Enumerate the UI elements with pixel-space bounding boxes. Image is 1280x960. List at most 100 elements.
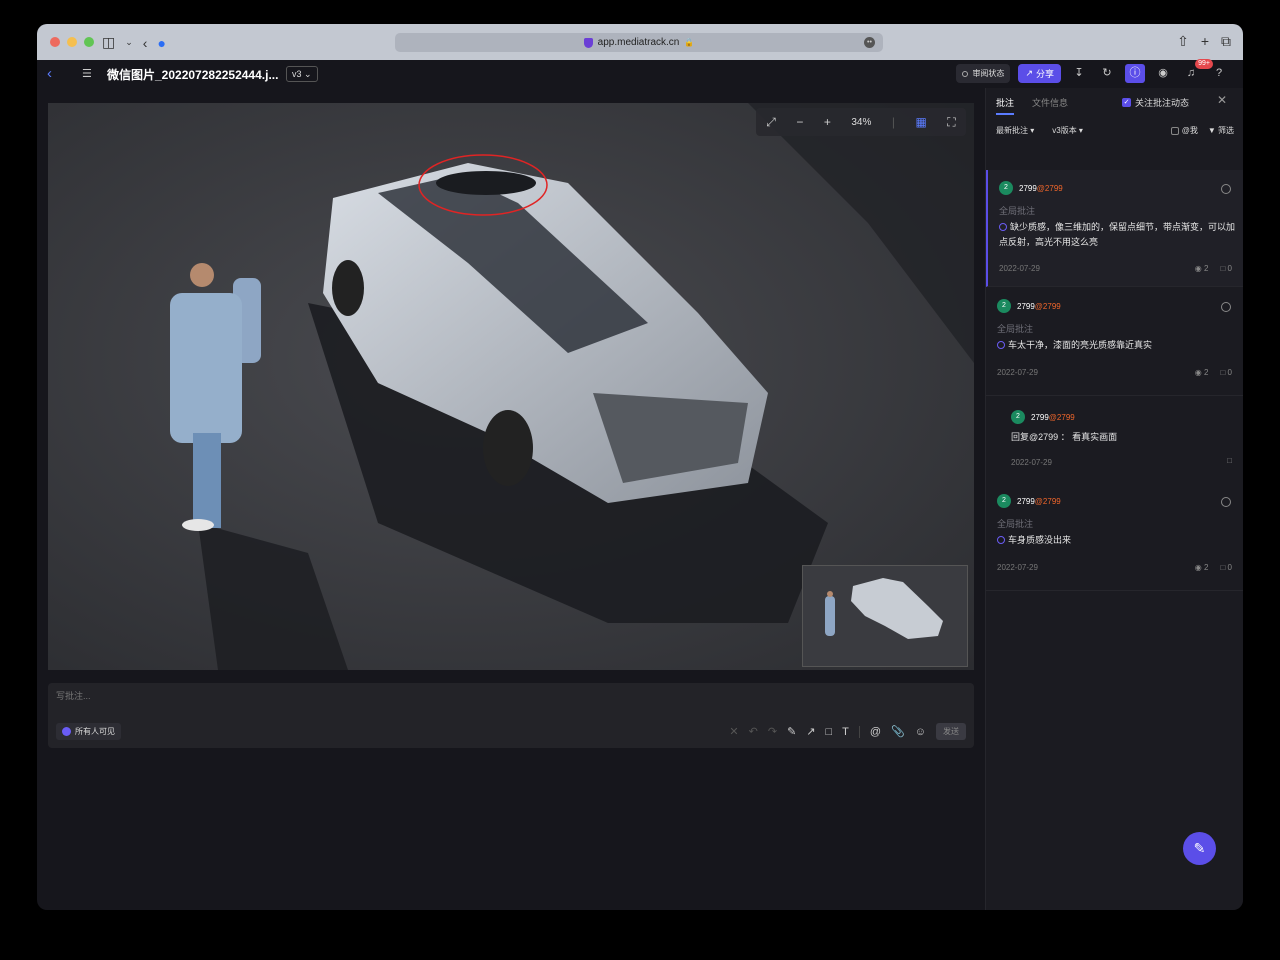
minimap-icon[interactable]: ▦	[915, 115, 926, 129]
notification-bell-icon[interactable]: ♫ 99+	[1181, 59, 1213, 83]
new-tab-icon[interactable]: +	[1201, 33, 1209, 50]
reply-text: 回复@2799 ： 看真实画面	[1011, 432, 1118, 442]
comment-filters: 最新批注 ▾ v3版本 ▾ @我 ▼ 筛选	[996, 125, 1234, 136]
share-icon: ↗	[1025, 68, 1033, 78]
rectangle-icon[interactable]: □	[826, 726, 833, 738]
annotation-tools: ✕ ↶ ↷ ✎ ↗ □ T @ 📎 ☺ 发送	[729, 723, 966, 740]
tab-comments[interactable]: 批注	[996, 96, 1015, 115]
comment-scope: 全局批注	[997, 324, 1034, 334]
sort-dropdown[interactable]: 最新批注 ▾	[996, 125, 1034, 136]
comment-card[interactable]: 2 2799@2799 全局批注 车太干净，漆面的亮光质感靠近真实 2022-0…	[986, 288, 1243, 396]
visibility-selector[interactable]: 所有人可见	[56, 723, 121, 740]
follow-toggle[interactable]: ✓ 关注批注动态	[1122, 96, 1189, 109]
follow-label: 关注批注动态	[1135, 98, 1190, 108]
share-icon[interactable]: ⇧	[1177, 33, 1189, 50]
browser-toolbar: ◫ ⌄ ‹ ● app.mediatrack.cn 🔒 •• ⇧ + ⧉	[37, 24, 1243, 60]
version-filter-dropdown[interactable]: v3版本 ▾	[1052, 125, 1083, 136]
reply-count[interactable]: □ 0	[1220, 264, 1232, 273]
comments-panel: 批注 文件信息 ✓ 关注批注动态 ✕ 最新批注 ▾ v3版本 ▾ @我 ▼ 筛选…	[985, 88, 1243, 910]
attachment-icon[interactable]: 📎	[891, 725, 905, 738]
undo-icon[interactable]: ↶	[749, 725, 758, 738]
marker-icon	[997, 341, 1005, 349]
status-circle-icon	[962, 70, 969, 77]
reply-card[interactable]: 2 2799@2799 回复@2799 ： 看真实画面 2022-07-29 □	[986, 396, 1243, 483]
comment-mention: @2799	[1036, 183, 1063, 193]
team-icon[interactable]: ◉	[1153, 64, 1173, 83]
emoji-icon[interactable]: ☺	[915, 726, 926, 738]
minimap[interactable]	[802, 565, 968, 667]
file-title: 微信图片_202207282252444.j...	[107, 68, 279, 82]
comment-author: 2799	[1017, 301, 1035, 311]
arrow-icon[interactable]: ↗	[806, 725, 815, 738]
close-panel-icon[interactable]: ✕	[1217, 93, 1227, 107]
fit-screen-icon[interactable]: ⤢	[766, 115, 776, 130]
text-tool-icon[interactable]: T	[842, 726, 849, 738]
comment-card[interactable]: 2 2799@2799 全局批注 缺少质感，像三维加的，保留点细节，带点渐变，可…	[986, 170, 1243, 287]
share-label: 分享	[1035, 69, 1054, 79]
version-filter-label: v3版本	[1052, 126, 1077, 135]
funnel-icon: ▼	[1207, 126, 1216, 135]
visibility-label: 所有人可见	[75, 727, 115, 736]
extension-icon[interactable]: ●	[157, 35, 165, 51]
comment-composer: 所有人可见 ✕ ↶ ↷ ✎ ↗ □ T @ 📎 ☺ 发送	[48, 683, 974, 748]
address-bar[interactable]: app.mediatrack.cn 🔒 ••	[395, 33, 883, 52]
comment-text: 车身质感没出来	[1008, 535, 1072, 545]
eye-icon: ◉	[1194, 368, 1202, 377]
review-status-label: 审阅状态	[972, 69, 1005, 78]
version-selector[interactable]: v3 ⌄	[286, 66, 318, 82]
fullscreen-icon[interactable]: ⛶	[947, 115, 955, 130]
minimize-window-button[interactable]	[67, 37, 77, 47]
resolve-circle-icon[interactable]	[1221, 302, 1231, 312]
review-status-button[interactable]: 审阅状态	[956, 64, 1011, 83]
comment-scope: 全局批注	[999, 206, 1036, 216]
filter-button[interactable]: ▼ 筛选	[1208, 125, 1234, 136]
back-button[interactable]: ‹	[47, 65, 52, 82]
pen-icon[interactable]: ✎	[787, 725, 796, 738]
reply-count[interactable]: □ 0	[1220, 368, 1232, 377]
chevron-down-icon[interactable]: ⌄	[125, 37, 133, 48]
comment-card[interactable]: 2 2799@2799 全局批注 车身质感没出来 2022-07-29 ◉ 2 …	[986, 483, 1243, 591]
comment-mention: @2799	[1048, 412, 1075, 422]
zoom-in-button[interactable]: +	[824, 115, 831, 129]
divider: |	[891, 115, 895, 129]
comment-mention: @2799	[1034, 496, 1061, 506]
tabs-overview-icon[interactable]: ⧉	[1221, 33, 1231, 50]
window-controls	[50, 37, 94, 47]
comment-author: 2799	[1031, 412, 1049, 422]
sidebar-toggle-icon[interactable]: ◫	[102, 34, 115, 51]
close-window-button[interactable]	[50, 37, 60, 47]
resolve-circle-icon[interactable]	[1221, 184, 1231, 194]
comment-input[interactable]	[56, 691, 456, 701]
reply-count[interactable]: □ 0	[1220, 563, 1232, 572]
more-icon[interactable]: ••	[864, 37, 875, 48]
send-button[interactable]: 发送	[936, 723, 966, 740]
comment-date: 2022-07-29	[997, 563, 1038, 572]
download-icon[interactable]: ↧	[1069, 64, 1089, 83]
mention-icon[interactable]: @	[870, 726, 881, 738]
globe-icon	[62, 727, 71, 736]
comment-date: 2022-07-29	[999, 264, 1040, 273]
version-label: v3	[292, 69, 302, 79]
clear-icon[interactable]: ✕	[729, 725, 738, 738]
zoom-out-button[interactable]: −	[796, 115, 803, 129]
at-me-filter[interactable]: @我	[1170, 125, 1198, 136]
comment-author: 2799	[1017, 496, 1035, 506]
compare-icon[interactable]: ↻	[1097, 64, 1117, 83]
help-icon[interactable]: ?	[1209, 64, 1229, 83]
image-viewer[interactable]: ⤢ − + 34% | ▦ ⛶	[48, 103, 974, 670]
maximize-window-button[interactable]	[84, 37, 94, 47]
feedback-button[interactable]: ✎	[1183, 832, 1216, 865]
info-icon[interactable]: ⓘ	[1125, 64, 1145, 83]
reply-icon[interactable]: □	[1227, 456, 1232, 465]
share-button[interactable]: ↗ 分享	[1018, 64, 1061, 83]
back-arrow-icon[interactable]: ‹	[143, 35, 148, 51]
list-icon[interactable]: ☰	[82, 67, 92, 80]
comment-date: 2022-07-29	[1011, 458, 1052, 467]
avatar: 2	[999, 181, 1013, 195]
tab-file-info[interactable]: 文件信息	[1032, 96, 1068, 115]
reply-icon: □	[1220, 563, 1226, 572]
views-count: ◉ 2	[1194, 563, 1209, 572]
comment-author: 2799	[1019, 183, 1037, 193]
resolve-circle-icon[interactable]	[1221, 497, 1231, 507]
redo-icon[interactable]: ↷	[768, 725, 777, 738]
